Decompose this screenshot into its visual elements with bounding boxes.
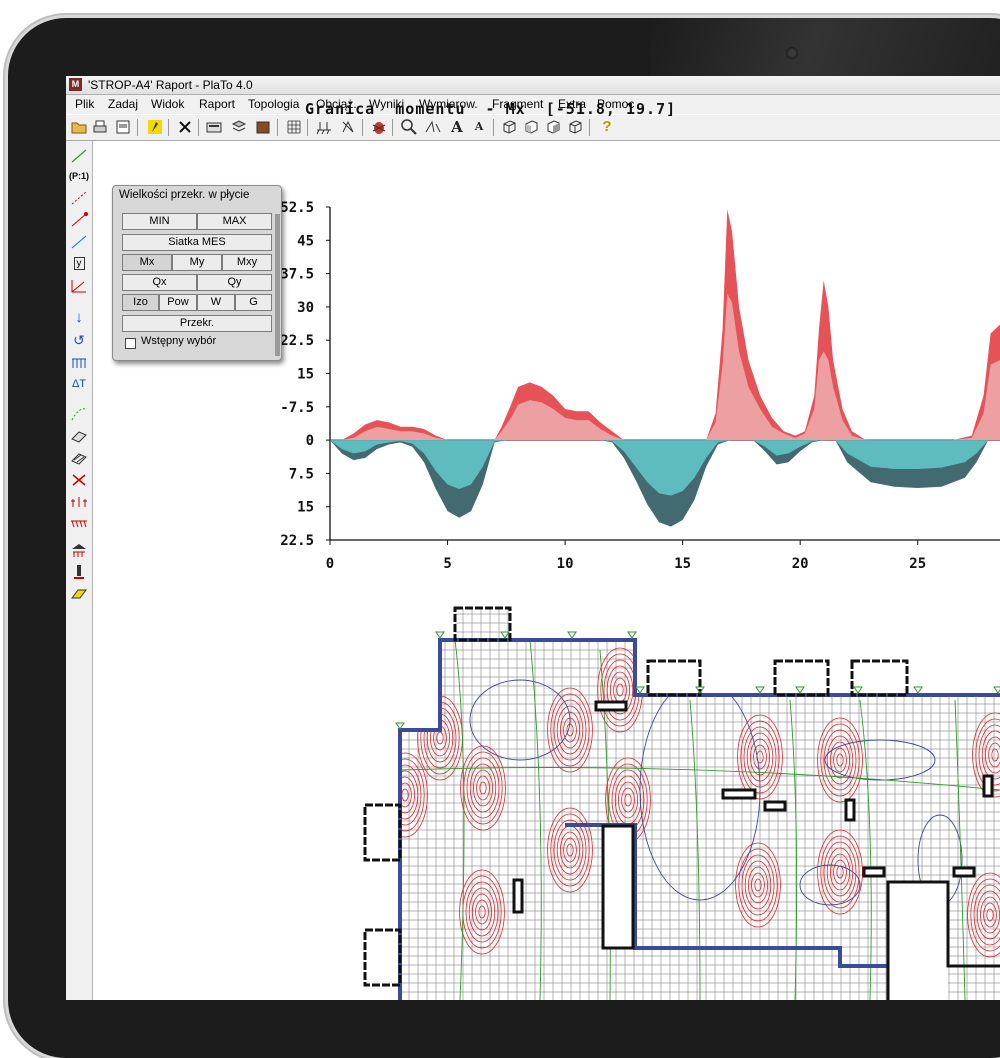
y-tick-label: 7.5 [289,466,314,482]
column-support [952,866,976,878]
y-tick-label: 0 [306,433,314,449]
y-tick-label: 15 [297,500,314,516]
y-tick-label: 37.5 [280,267,314,283]
przekr-button[interactable]: Przekr. [122,315,272,332]
support-marker [627,631,637,639]
chart-title: Granica momentu - Mx [-51.8, 19.7] [305,100,677,118]
y-tick-label: -7.5 [280,400,314,416]
section-forces-panel[interactable]: Wielkości przekr. w płycie MIN MAX Siatk… [112,185,282,361]
g-button[interactable]: G [235,294,272,311]
x-tick-label: 0 [326,556,334,572]
wall-stub [646,659,702,697]
w-button[interactable]: W [197,294,235,311]
y-tick-label: 52.5 [280,200,314,216]
wall-stub [363,803,402,862]
y-tick-label: 15 [297,367,314,383]
support-marker [755,686,765,694]
mxy-button[interactable]: Mxy [222,254,272,271]
panel-scrollbar[interactable] [275,214,280,356]
column-support [982,774,994,798]
my-button[interactable]: My [172,254,222,271]
x-tick-label: 5 [443,556,451,572]
pow-button[interactable]: Pow [159,294,197,311]
column-support [844,798,856,822]
mx-button[interactable]: Mx [122,254,172,271]
panel-title: Wielkości przekr. w płycie [119,189,250,201]
y-tick-label: 22.5 [280,533,314,549]
izo-button[interactable]: Izo [122,294,159,311]
column-support [862,866,886,878]
stair-opening [888,882,948,1000]
moment-chart: 52.5 45 37.5 30 22.5 15 -7.5 0 7.5 15 22.5 0 5 10 15 20… [280,200,1000,1000]
wall-stub [363,928,402,987]
shaft-opening [601,824,635,950]
support-marker [795,686,805,694]
chart-areas [330,209,1000,527]
mesh-button[interactable]: Siatka MES [122,234,272,251]
y-tick-label: 30 [297,300,314,316]
support-marker [567,631,577,639]
initial-selection-label: Wstępny wybór [141,335,217,347]
series-max-inner [330,293,1000,441]
support-marker [993,686,1000,694]
support-marker [913,686,923,694]
column-support [763,800,787,812]
x-tick-label: 10 [557,556,574,572]
column-support [512,878,524,914]
support-marker [635,686,645,694]
column-support [721,788,757,800]
min-button[interactable]: MIN [122,213,197,230]
qx-button[interactable]: Qx [122,274,197,291]
y-tick-label: 45 [297,233,314,249]
support-marker [435,631,445,639]
series-max-envelope [330,209,1000,441]
y-tick-label: 22.5 [280,333,314,349]
x-tick-label: 20 [792,556,809,572]
max-button[interactable]: MAX [197,213,272,230]
initial-selection-checkbox[interactable] [125,338,136,349]
x-tick-label: 25 [909,556,926,572]
x-tick-label: 15 [674,556,691,572]
floor-plan-view [363,606,1000,1000]
qy-button[interactable]: Qy [197,274,272,291]
support-marker [853,686,863,694]
column-support [594,700,628,712]
